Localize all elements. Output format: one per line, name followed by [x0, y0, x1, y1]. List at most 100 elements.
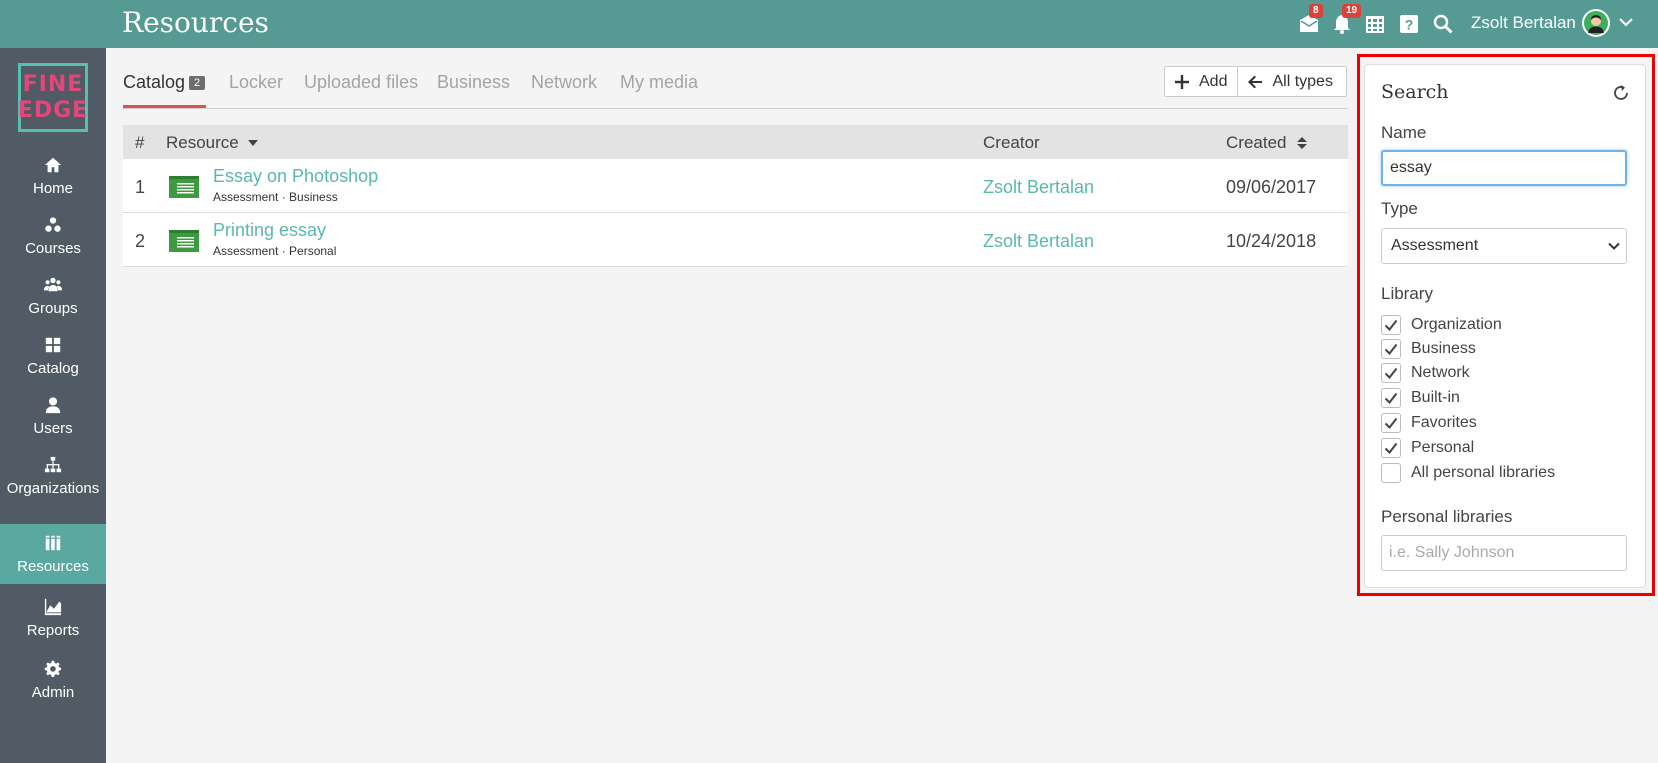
- tab-business[interactable]: Business: [437, 72, 510, 93]
- checkbox[interactable]: [1381, 363, 1401, 383]
- type-select[interactable]: Assessment: [1381, 228, 1627, 264]
- checkmark-icon: [1384, 392, 1398, 405]
- all-types-label: All types: [1272, 72, 1333, 90]
- col-creator[interactable]: Creator: [983, 133, 1040, 153]
- sidebar-item-resources[interactable]: Resources: [0, 524, 106, 584]
- svg-text:?: ?: [1405, 17, 1414, 33]
- sidebar-item-home[interactable]: Home: [0, 146, 106, 206]
- add-button-label: Add: [1199, 72, 1228, 90]
- logo-line-2: EDGE: [17, 97, 89, 123]
- library-checkbox-personal[interactable]: Personal: [1381, 437, 1474, 459]
- chart-icon: [43, 597, 63, 617]
- col-created[interactable]: Created: [1226, 133, 1308, 153]
- sidebar-item-label: Admin: [31, 684, 75, 701]
- assessment-file-icon: [169, 230, 199, 252]
- reset-icon[interactable]: [1611, 83, 1631, 103]
- sidebar-item-label: Groups: [28, 300, 78, 317]
- page-title: Resources: [122, 6, 269, 39]
- plus-icon: [1175, 74, 1189, 89]
- gear-icon: [43, 659, 63, 679]
- sidebar-item-organizations[interactable]: Organizations: [0, 446, 106, 506]
- table-header: # Resource Creator Created: [123, 125, 1348, 159]
- help-icon: ?: [1400, 15, 1418, 33]
- mail-button[interactable]: 8: [1297, 4, 1323, 36]
- checkbox-label: All personal libraries: [1411, 464, 1556, 481]
- name-search-input[interactable]: [1381, 150, 1627, 186]
- tab-network[interactable]: Network: [531, 72, 597, 93]
- row-number: 1: [135, 177, 146, 197]
- checkbox[interactable]: [1381, 413, 1401, 433]
- groups-icon: [43, 275, 63, 295]
- mail-badge: 8: [1309, 4, 1323, 18]
- sidebar-item-label: Organizations: [6, 480, 100, 497]
- name-label: Name: [1381, 123, 1427, 142]
- sidebar-item-admin[interactable]: Admin: [0, 650, 106, 710]
- creator-link[interactable]: Zsolt Bertalan: [983, 231, 1094, 252]
- notifications-button[interactable]: 19: [1330, 4, 1362, 36]
- resource-name-link[interactable]: Printing essay: [213, 220, 326, 241]
- help-button[interactable]: ?: [1397, 12, 1421, 36]
- logo-line-1: FINE: [22, 71, 84, 97]
- courses-icon: [43, 215, 63, 235]
- calendar-button[interactable]: [1363, 12, 1387, 36]
- sidebar-item-catalog[interactable]: Catalog: [0, 326, 106, 386]
- search-icon: [1433, 14, 1453, 34]
- assessment-file-icon: [169, 176, 199, 198]
- library-checkbox-favorites[interactable]: Favorites: [1381, 412, 1477, 434]
- tab-catalog[interactable]: Catalog 2: [123, 72, 206, 93]
- checkbox-label: Personal: [1411, 439, 1475, 456]
- tab-label: Catalog: [123, 72, 186, 92]
- tab-my-media[interactable]: My media: [620, 72, 698, 93]
- checkbox[interactable]: [1381, 463, 1401, 483]
- library-checkbox-business[interactable]: Business: [1381, 338, 1476, 360]
- checkbox[interactable]: [1381, 339, 1401, 359]
- table-row[interactable]: 1 Essay on Photoshop Assessment · Busine…: [123, 159, 1348, 213]
- library-checkbox-all-personal[interactable]: All personal libraries: [1381, 462, 1555, 484]
- all-types-button[interactable]: All types: [1237, 67, 1342, 96]
- checkbox[interactable]: [1381, 388, 1401, 408]
- user-name[interactable]: Zsolt Bertalan: [1471, 13, 1576, 33]
- checkbox-label: Favorites: [1411, 414, 1477, 431]
- library-checkbox-built-in[interactable]: Built-in: [1381, 387, 1460, 409]
- resource-name-link[interactable]: Essay on Photoshop: [213, 166, 378, 187]
- table-row[interactable]: 2 Printing essay Assessment · Personal Z…: [123, 213, 1348, 267]
- sidebar-item-label: Reports: [26, 622, 80, 639]
- tab-locker[interactable]: Locker: [229, 72, 283, 93]
- catalog-icon: [43, 335, 63, 355]
- checkbox-label: Built-in: [1411, 389, 1460, 406]
- search-button[interactable]: [1431, 12, 1455, 36]
- resource-table: # Resource Creator Created 1 Essay on Ph…: [123, 125, 1348, 267]
- type-selected-value: Assessment: [1391, 237, 1479, 254]
- col-resource-label: Resource: [166, 133, 239, 152]
- checkmark-icon: [1384, 442, 1398, 455]
- sidebar-item-groups[interactable]: Groups: [0, 266, 106, 326]
- checkbox[interactable]: [1381, 438, 1401, 458]
- row-number: 2: [135, 231, 146, 251]
- library-checkbox-organization[interactable]: Organization: [1381, 314, 1502, 336]
- col-resource[interactable]: Resource: [166, 133, 259, 153]
- checkmark-icon: [1384, 417, 1398, 430]
- checkbox-label: Organization: [1411, 316, 1502, 333]
- add-button[interactable]: Add: [1165, 67, 1237, 96]
- fine-edge-logo[interactable]: FINE EDGE: [18, 63, 88, 132]
- sidebar-item-users[interactable]: Users: [0, 386, 106, 446]
- library-checkbox-network[interactable]: Network: [1381, 362, 1470, 384]
- sidebar-item-courses[interactable]: Courses: [0, 206, 106, 266]
- checkmark-icon: [1384, 367, 1398, 380]
- checkmark-icon: [1384, 343, 1398, 356]
- checkmark-icon: [1384, 319, 1398, 332]
- books-icon: [43, 533, 63, 553]
- calendar-icon: [1366, 16, 1384, 33]
- personal-libraries-input[interactable]: [1381, 535, 1627, 571]
- sidebar-item-reports[interactable]: Reports: [0, 588, 106, 648]
- creator-link[interactable]: Zsolt Bertalan: [983, 177, 1094, 198]
- chevron-down-icon[interactable]: [1618, 14, 1634, 30]
- search-panel-title: Search: [1381, 81, 1449, 103]
- tab-uploaded-files[interactable]: Uploaded files: [304, 72, 418, 93]
- checkbox[interactable]: [1381, 315, 1401, 335]
- library-label: Library: [1381, 284, 1433, 303]
- avatar[interactable]: [1582, 9, 1610, 37]
- org-chart-icon: [43, 455, 63, 475]
- sidebar-item-label: Catalog: [27, 360, 79, 377]
- sidebar: FINE EDGE Home Courses Groups Catalog Us…: [0, 0, 106, 763]
